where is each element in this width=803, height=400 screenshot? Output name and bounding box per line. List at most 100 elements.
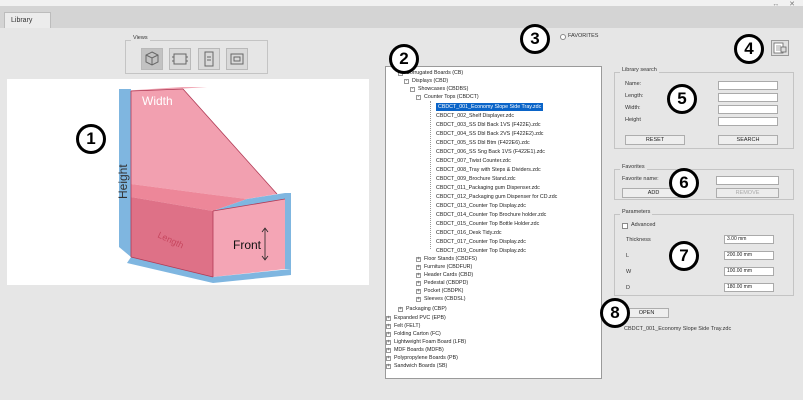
tree-item[interactable]: MDF Boards (MDFB) (394, 346, 444, 354)
model-preview[interactable]: Width Height Length Front (7, 79, 369, 285)
search-button[interactable]: SEARCH (718, 135, 778, 145)
tree-item[interactable]: Pocket (CBDPK) (424, 287, 463, 295)
tree-expander-icon[interactable]: + (386, 316, 391, 321)
box-3d-drawing: Width Height Length Front (116, 87, 291, 283)
tree-item[interactable]: CBDCT_013_Counter Top Display.zdc (436, 202, 526, 210)
tree-expander-icon[interactable]: + (416, 273, 421, 278)
tree-item[interactable]: Folding Carton (FC) (394, 330, 441, 338)
library-tree[interactable]: -Corrugated Boards (CB)-Displays (CBD)-S… (385, 66, 602, 379)
parameters-label: Parameters (620, 209, 653, 215)
view-front-button[interactable] (169, 48, 191, 70)
tree-item[interactable]: CBDCT_012_Packaging gum Dispenser for CD… (436, 193, 557, 201)
tree-item[interactable]: CBDCT_014_Counter Top Brochure holder.zd… (436, 211, 546, 219)
tree-expander-icon[interactable]: - (404, 79, 409, 84)
callout-6: 6 (669, 168, 699, 198)
tree-item[interactable]: Sleeves (CBDSL) (424, 295, 466, 303)
views-group: Views (125, 35, 268, 74)
tree-item[interactable]: CBDCT_019_Counter Top Display.zdc (436, 247, 526, 255)
tree-item[interactable]: CBDCT_005_SS Dbl Btm (F422E6).zdc (436, 139, 530, 147)
favorites-radio[interactable] (560, 34, 566, 40)
tree-item[interactable]: Furniture (CBDFUR) (424, 263, 472, 271)
search-width-label: Width: (625, 105, 641, 111)
tree-expander-icon[interactable]: + (416, 265, 421, 270)
tree-item[interactable]: CBDCT_015_Counter Top Bottle Holder.zdc (436, 220, 539, 228)
library-panel: Views Width Height Length Front FAVORITE… (0, 24, 803, 400)
search-name-label: Name: (625, 81, 642, 87)
tree-item[interactable]: Corrugated Boards (CB) (406, 69, 463, 77)
tree-expander-icon[interactable]: + (386, 348, 391, 353)
tree-item[interactable]: Felt (FELT) (394, 322, 420, 330)
search-name-input[interactable] (718, 81, 778, 90)
tree-expander-icon[interactable]: - (416, 95, 421, 100)
tree-item[interactable]: CBDCT_011_Packaging gum Dispenser.zdc (436, 184, 540, 192)
tree-item[interactable]: CBDCT_017_Counter Top Display.zdc (436, 238, 526, 246)
advanced-label: Advanced (631, 222, 656, 228)
tree-item[interactable]: Lightweight Foam Board (LFB) (394, 338, 466, 346)
width-param-input[interactable]: 100.00 mm (724, 267, 774, 276)
thickness-label: Thickness (626, 237, 651, 243)
tree-expander-icon[interactable]: - (410, 87, 415, 92)
tree-expander-icon[interactable]: + (416, 289, 421, 294)
open-button[interactable]: OPEN (624, 308, 669, 318)
library-settings-button[interactable] (771, 40, 789, 56)
views-label: Views (131, 35, 150, 41)
tree-item[interactable]: CBDCT_006_SS Sng Back 1VS (F422E1).zdc (436, 148, 545, 156)
tree-item[interactable]: Pedestal (CBDPD) (424, 279, 468, 287)
tree-expander-icon[interactable]: + (386, 332, 391, 337)
tree-item[interactable]: CBDCT_009_Brochure Stand.zdc (436, 175, 516, 183)
tree-item[interactable]: Packaging (CBP) (406, 305, 447, 313)
tree-item[interactable]: CBDCT_002_Shelf Displayer.zdc (436, 112, 514, 120)
tree-expander-icon[interactable]: + (398, 307, 403, 312)
cube-icon (145, 51, 159, 66)
tree-expander-icon[interactable]: + (386, 356, 391, 361)
tree-item[interactable]: Showcases (CBDBS) (418, 85, 468, 93)
search-height-input[interactable] (718, 117, 778, 126)
tree-item[interactable]: Expanded PVC (EPB) (394, 314, 446, 322)
length-param-input[interactable]: 200.00 mm (724, 251, 774, 260)
tab-library[interactable]: Library (4, 12, 51, 29)
tree-item[interactable]: CBDCT_007_Twist Counter.zdc (436, 157, 511, 165)
tree-item[interactable]: Floor Stands (CBDFS) (424, 255, 477, 263)
view-side-button[interactable] (198, 48, 220, 70)
remove-favorite-button[interactable]: REMOVE (716, 188, 779, 198)
search-width-input[interactable] (718, 105, 778, 114)
tree-item[interactable]: CBDCT_003_SS Dbl Back 1VS (F422E).zdc (436, 121, 541, 129)
depth-param-input[interactable]: 180.00 mm (724, 283, 774, 292)
tree-item[interactable]: Sandwich Boards (SB) (394, 362, 447, 370)
tree-item[interactable]: Displays (CBD) (412, 77, 448, 85)
search-length-input[interactable] (718, 93, 778, 102)
tree-item-selected[interactable]: CBDCT_001_Economy Slope Side Tray.zdc (436, 103, 544, 111)
favorites-group: Favorites Favorite name: ADD REMOVE (614, 164, 794, 200)
tree-expander-icon[interactable]: + (386, 340, 391, 345)
tree-expander-icon[interactable]: + (386, 364, 391, 369)
view-top-button[interactable] (226, 48, 248, 70)
tree-expander-icon[interactable]: + (416, 257, 421, 262)
search-height-label: Height (625, 117, 641, 123)
favorites-group-label: Favorites (620, 164, 647, 170)
reset-button[interactable]: RESET (625, 135, 685, 145)
thickness-input[interactable]: 3.00 mm (724, 235, 774, 244)
front-view-icon (172, 53, 188, 65)
tree-expander-icon[interactable]: + (386, 324, 391, 329)
callout-4: 4 (734, 34, 764, 64)
favorite-name-input[interactable] (716, 176, 779, 185)
tree-item[interactable]: Counter Tops (CBDCT) (424, 93, 479, 101)
favorites-toggle-label[interactable]: FAVORITES (568, 33, 598, 39)
tree-item[interactable]: Polypropylene Boards (PB) (394, 354, 458, 362)
tree-expander-icon[interactable]: + (416, 281, 421, 286)
length-param-label: L (626, 253, 630, 259)
width-param-label: W (626, 269, 632, 275)
callout-5: 5 (667, 84, 697, 114)
depth-param-label: D (626, 285, 630, 291)
side-view-icon (204, 51, 214, 67)
advanced-checkbox[interactable] (622, 223, 628, 229)
tree-item[interactable]: CBDCT_016_Desk Tidy.zdc (436, 229, 502, 237)
tree-item[interactable]: Header Cards (CBD) (424, 271, 473, 279)
callout-1: 1 (76, 124, 106, 154)
tree-expander-icon[interactable]: + (416, 297, 421, 302)
parameters-group: Parameters Advanced Thickness 3.00 mm L … (614, 209, 794, 296)
tree-item[interactable]: CBDCT_004_SS Dbl Back 2VS (F422E2).zdc (436, 130, 543, 138)
view-3d-button[interactable] (141, 48, 163, 70)
tree-item[interactable]: CBDCT_008_Tray with Steps & Dividers.zdc (436, 166, 541, 174)
top-view-icon (230, 53, 244, 65)
